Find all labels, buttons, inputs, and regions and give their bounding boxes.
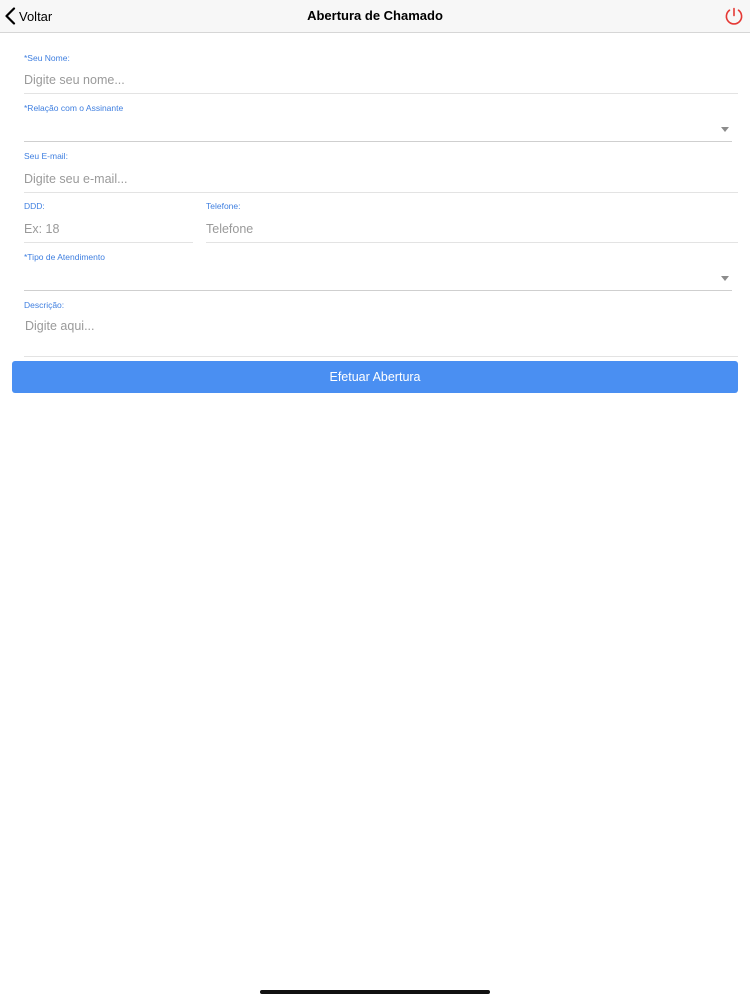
service-type-underline [24,290,732,291]
description-textarea[interactable] [24,313,738,347]
page: Voltar Abertura de Chamado *Seu Nome: *R… [0,0,750,1000]
relation-field-group: *Relação com o Assinante [24,102,732,142]
phone-input[interactable] [206,216,738,242]
description-underline [24,356,738,357]
name-field-group: *Seu Nome: [24,52,738,94]
phone-underline [206,242,738,243]
name-label: *Seu Nome: [24,53,70,63]
relation-select[interactable] [24,115,732,141]
description-label: Descrição: [24,300,65,310]
ddd-label: DDD: [24,201,45,211]
phone-field-group: Telefone: [206,200,738,243]
relation-label: *Relação com o Assinante [24,103,124,113]
navigation-bar: Voltar Abertura de Chamado [0,0,750,33]
power-icon [725,7,743,25]
submit-button[interactable]: Efetuar Abertura [12,361,738,393]
name-input[interactable] [24,67,738,93]
caret-down-icon [721,127,729,132]
description-field-group: Descrição: [24,299,738,357]
email-label: Seu E-mail: [24,151,68,161]
email-input[interactable] [24,166,738,192]
ddd-underline [24,242,193,243]
ddd-input[interactable] [24,216,193,242]
ddd-field-group: DDD: [24,200,193,243]
relation-underline [24,141,732,142]
phone-label: Telefone: [206,201,241,211]
page-title: Abertura de Chamado [307,8,443,23]
service-type-select[interactable] [24,264,732,290]
service-type-label: *Tipo de Atendimento [24,252,105,262]
email-field-group: Seu E-mail: [24,150,738,193]
power-button[interactable] [723,5,745,27]
name-underline [24,93,738,94]
service-type-field-group: *Tipo de Atendimento [24,251,732,291]
caret-down-icon [721,276,729,281]
email-underline [24,192,738,193]
home-indicator [260,990,490,994]
